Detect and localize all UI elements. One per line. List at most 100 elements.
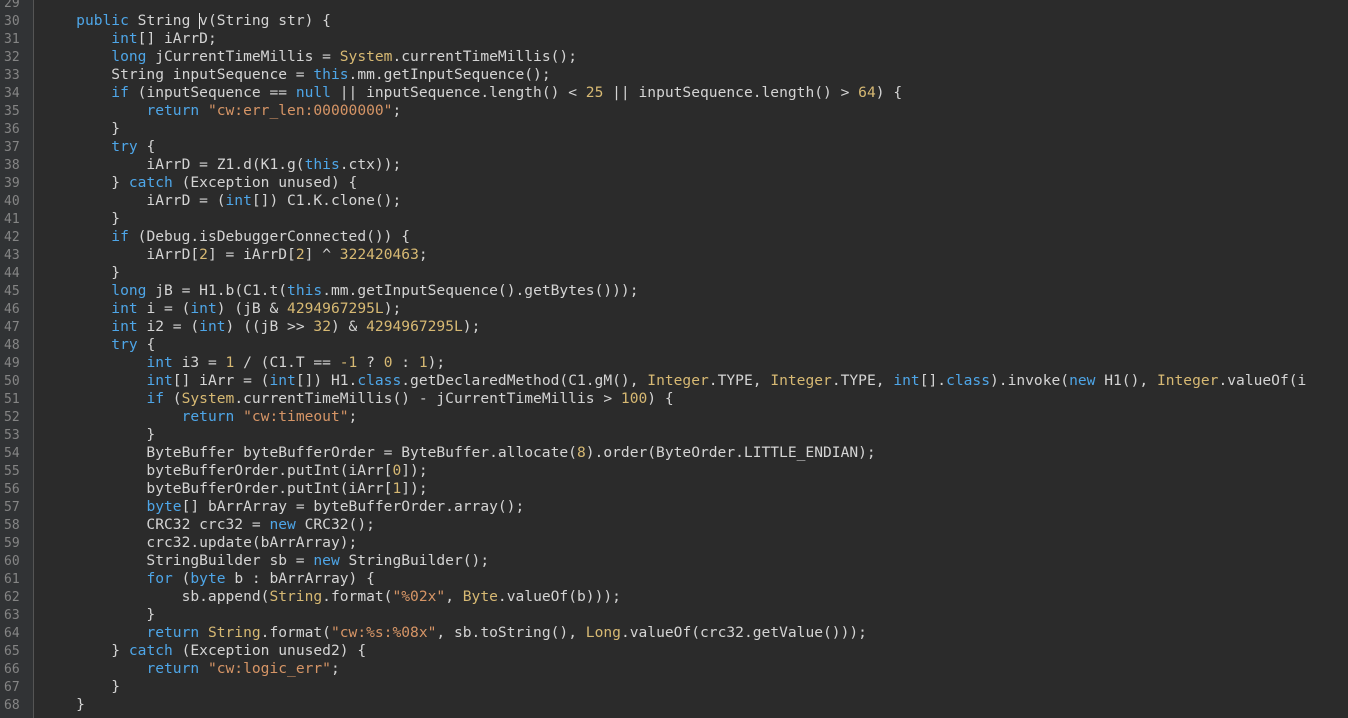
code-line[interactable]: 61 for (byte b : bArrArray) { xyxy=(0,570,1348,588)
code-token: String xyxy=(128,12,200,29)
code-token: , sb.toString(), xyxy=(436,624,586,641)
code-token: try xyxy=(111,138,138,155)
code-line[interactable]: 67 } xyxy=(0,678,1348,696)
code-line[interactable]: 64 return String.format("cw:%s:%08x", sb… xyxy=(0,624,1348,642)
code-token: Integer xyxy=(1156,372,1219,389)
code-line[interactable]: 63 } xyxy=(0,606,1348,624)
line-text: public String v(String str) { xyxy=(41,12,331,30)
code-token: 0 xyxy=(392,462,402,479)
code-token: crc32.update(bArrArray); xyxy=(41,534,358,551)
line-number: 49 xyxy=(4,356,20,371)
code-line[interactable]: 60 StringBuilder sb = new StringBuilder(… xyxy=(0,552,1348,570)
code-line[interactable]: 50 int[] iArr = (int[]) H1.class.getDecl… xyxy=(0,372,1348,390)
line-text: for (byte b : bArrArray) { xyxy=(41,570,374,588)
line-text: byte[] bArrArray = byteBufferOrder.array… xyxy=(41,498,524,516)
code-token: String xyxy=(269,588,323,605)
code-token: iArrD = Z1.d(K1.g( xyxy=(41,156,305,173)
code-line[interactable]: 65 } catch (Exception unused2) { xyxy=(0,642,1348,660)
line-text: int[] iArrD; xyxy=(41,30,216,48)
code-line[interactable]: 30 public String v(String str) { xyxy=(0,12,1348,30)
code-line[interactable]: 51 if (System.currentTimeMillis() - jCur… xyxy=(0,390,1348,408)
code-line[interactable]: 53 } xyxy=(0,426,1348,444)
code-token: iArrD[ xyxy=(41,246,200,263)
code-line[interactable]: 29 xyxy=(0,0,1348,12)
code-token: .mm.getInputSequence(); xyxy=(348,66,551,83)
line-text: } xyxy=(41,696,85,714)
code-token: int xyxy=(111,300,138,317)
code-token: .currentTimeMillis() - jCurrentTimeMilli… xyxy=(234,390,621,407)
line-number: 40 xyxy=(4,194,20,209)
code-token: (Exception unused) { xyxy=(172,174,358,191)
code-token: i2 = ( xyxy=(137,318,200,335)
code-token: ; xyxy=(392,102,402,119)
code-line[interactable]: 45 long jB = H1.b(C1.t(this.mm.getInputS… xyxy=(0,282,1348,300)
code-token: .valueOf(b))); xyxy=(497,588,621,605)
code-token: return xyxy=(146,660,200,677)
code-line[interactable]: 57 byte[] bArrArray = byteBufferOrder.ar… xyxy=(0,498,1348,516)
line-number: 37 xyxy=(4,140,20,155)
code-line[interactable]: 47 int i2 = (int) ((jB >> 32) & 42949672… xyxy=(0,318,1348,336)
line-number: 51 xyxy=(4,392,20,407)
code-line[interactable]: 66 return "cw:logic_err"; xyxy=(0,660,1348,678)
code-line[interactable]: 54 ByteBuffer byteBufferOrder = ByteBuff… xyxy=(0,444,1348,462)
code-token: public xyxy=(76,12,129,29)
code-line[interactable]: 49 int i3 = 1 / (C1.T == -1 ? 0 : 1); xyxy=(0,354,1348,372)
code-line[interactable]: 32 long jCurrentTimeMillis = System.curr… xyxy=(0,48,1348,66)
code-token: .valueOf(crc32.getValue())); xyxy=(620,624,867,641)
code-token: 32 xyxy=(313,318,331,335)
code-line[interactable]: 48 try { xyxy=(0,336,1348,354)
code-token: try xyxy=(111,336,138,353)
line-text: if (System.currentTimeMillis() - jCurren… xyxy=(41,390,673,408)
line-number: 47 xyxy=(4,320,20,335)
code-token: (Debug.isDebuggerConnected()) { xyxy=(128,228,411,245)
line-text: } catch (Exception unused2) { xyxy=(41,642,366,660)
code-line[interactable]: 38 iArrD = Z1.d(K1.g(this.ctx)); xyxy=(0,156,1348,174)
code-line[interactable]: 68 } xyxy=(0,696,1348,714)
code-line[interactable]: 46 int i = (int) (jB & 4294967295L); xyxy=(0,300,1348,318)
code-line[interactable]: 35 return "cw:err_len:00000000"; xyxy=(0,102,1348,120)
code-line[interactable]: 40 iArrD = (int[]) C1.K.clone(); xyxy=(0,192,1348,210)
code-editor[interactable]: 29 30 public String v(String str) {31 int… xyxy=(0,0,1348,718)
code-line[interactable]: 36 } xyxy=(0,120,1348,138)
code-token: "%02x" xyxy=(392,588,446,605)
code-line[interactable]: 59 crc32.update(bArrArray); xyxy=(0,534,1348,552)
code-line[interactable]: 58 CRC32 crc32 = new CRC32(); xyxy=(0,516,1348,534)
code-token: byteBufferOrder.putInt(iArr[ xyxy=(41,480,393,497)
code-line[interactable]: 41 } xyxy=(0,210,1348,228)
code-line[interactable]: 42 if (Debug.isDebuggerConnected()) { xyxy=(0,228,1348,246)
code-line[interactable]: 34 if (inputSequence == null || inputSeq… xyxy=(0,84,1348,102)
code-token: 2 xyxy=(199,246,208,263)
code-token: int xyxy=(269,372,296,389)
code-line[interactable]: 39 } catch (Exception unused) { xyxy=(0,174,1348,192)
code-area[interactable]: 29 30 public String v(String str) {31 int… xyxy=(0,0,1348,714)
code-token: 1 xyxy=(392,480,402,497)
code-line[interactable]: 62 sb.append(String.format("%02x", Byte.… xyxy=(0,588,1348,606)
code-line[interactable]: 43 iArrD[2] = iArrD[2] ^ 322420463; xyxy=(0,246,1348,264)
code-line[interactable]: 31 int[] iArrD; xyxy=(0,30,1348,48)
line-number: 35 xyxy=(4,104,20,119)
code-token: || inputSequence.length() < xyxy=(330,84,586,101)
code-token: "cw:logic_err" xyxy=(207,660,331,677)
code-token: ).invoke( xyxy=(990,372,1070,389)
code-line[interactable]: 52 return "cw:timeout"; xyxy=(0,408,1348,426)
line-number: 52 xyxy=(4,410,20,425)
code-line[interactable]: 44 } xyxy=(0,264,1348,282)
code-token: class xyxy=(357,372,402,389)
code-line[interactable]: 33 String inputSequence = this.mm.getInp… xyxy=(0,66,1348,84)
line-number: 56 xyxy=(4,482,20,497)
code-token: } xyxy=(41,120,121,137)
code-token: } xyxy=(41,642,129,659)
code-line[interactable]: 55 byteBufferOrder.putInt(iArr[0]); xyxy=(0,462,1348,480)
code-line[interactable]: 37 try { xyxy=(0,138,1348,156)
code-line[interactable]: 56 byteBufferOrder.putInt(iArr[1]); xyxy=(0,480,1348,498)
line-text: sb.append(String.format("%02x", Byte.val… xyxy=(41,588,621,606)
code-token: } xyxy=(41,696,85,713)
code-token: catch xyxy=(128,174,173,191)
